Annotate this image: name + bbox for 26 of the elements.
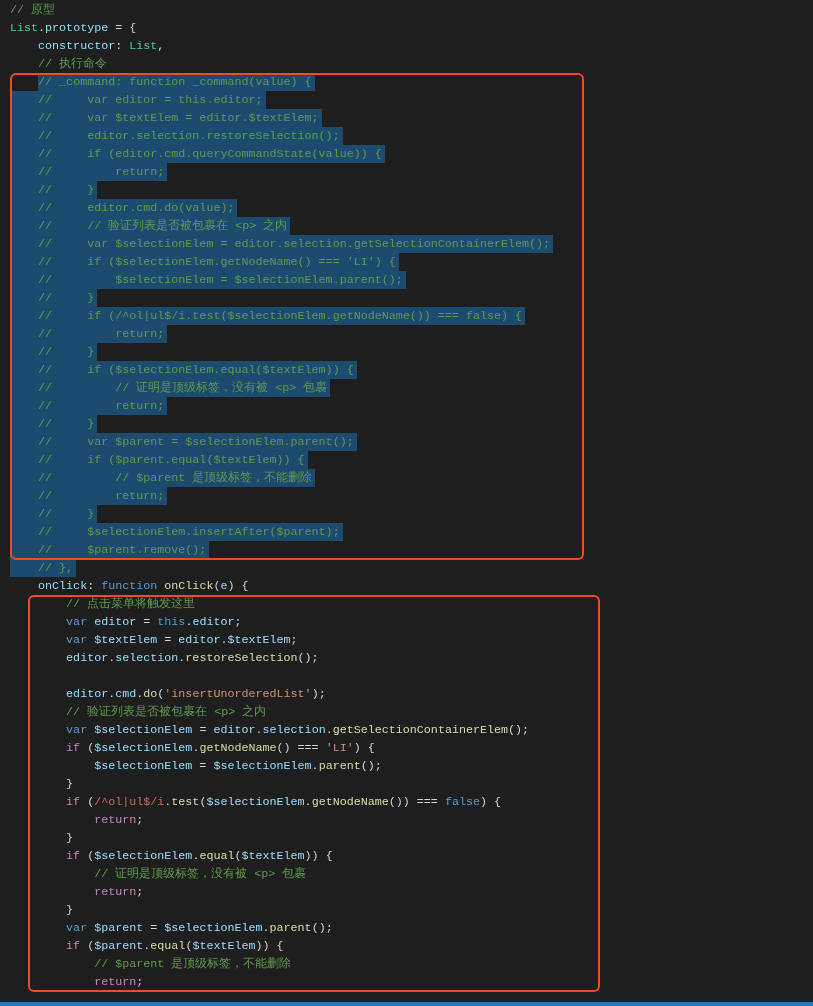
code-line: return; — [93, 812, 145, 829]
code-line: } — [65, 830, 75, 847]
code-line: // 原型 — [10, 2, 57, 19]
code-line: if (/^ol|ul$/i.test($selectionElem.getNodeName()) === false) { — [65, 794, 502, 811]
code-line: // $parent 是顶级标签，不能删除 — [93, 956, 293, 973]
code-line: return; — [93, 974, 145, 991]
code-line: // 验证列表是否被包裹在 <p> 之内 — [65, 704, 268, 721]
code-line: } — [65, 776, 75, 793]
code-line: editor.selection.restoreSelection(); — [65, 650, 320, 667]
code-line: return; — [93, 884, 145, 901]
code-line: editor.cmd.do('insertUnorderedList'); — [65, 686, 327, 703]
code-line: var editor = this.editor; — [65, 614, 243, 631]
code-line: if ($parent.equal($textElem)) { — [65, 938, 285, 955]
code-line: var $textElem = editor.$textElem; — [65, 632, 299, 649]
code-line: // 证明是顶级标签，没有被 <p> 包裹 — [93, 866, 308, 883]
code-line: List.prototype = { — [10, 20, 138, 37]
code-line: if ($selectionElem.getNodeName() === 'LI') { — [65, 740, 376, 757]
code-line: // 执行命令 — [37, 56, 109, 73]
code-line: var $parent = $selectionElem.parent(); — [65, 920, 334, 937]
code-line: } — [65, 902, 75, 919]
code-line: onClick: function onClick(e) { — [37, 578, 250, 595]
code-line: var $selectionElem = editor.selection.getSelectionContainerElem(); — [65, 722, 531, 739]
code-line: $selectionElem = $selectionElem.parent(); — [93, 758, 383, 775]
code-line: constructor: List, — [37, 38, 166, 55]
code-line: if ($selectionElem.equal($textElem)) { — [65, 848, 334, 865]
code-line: // 点击菜单将触发这里 — [65, 596, 197, 613]
